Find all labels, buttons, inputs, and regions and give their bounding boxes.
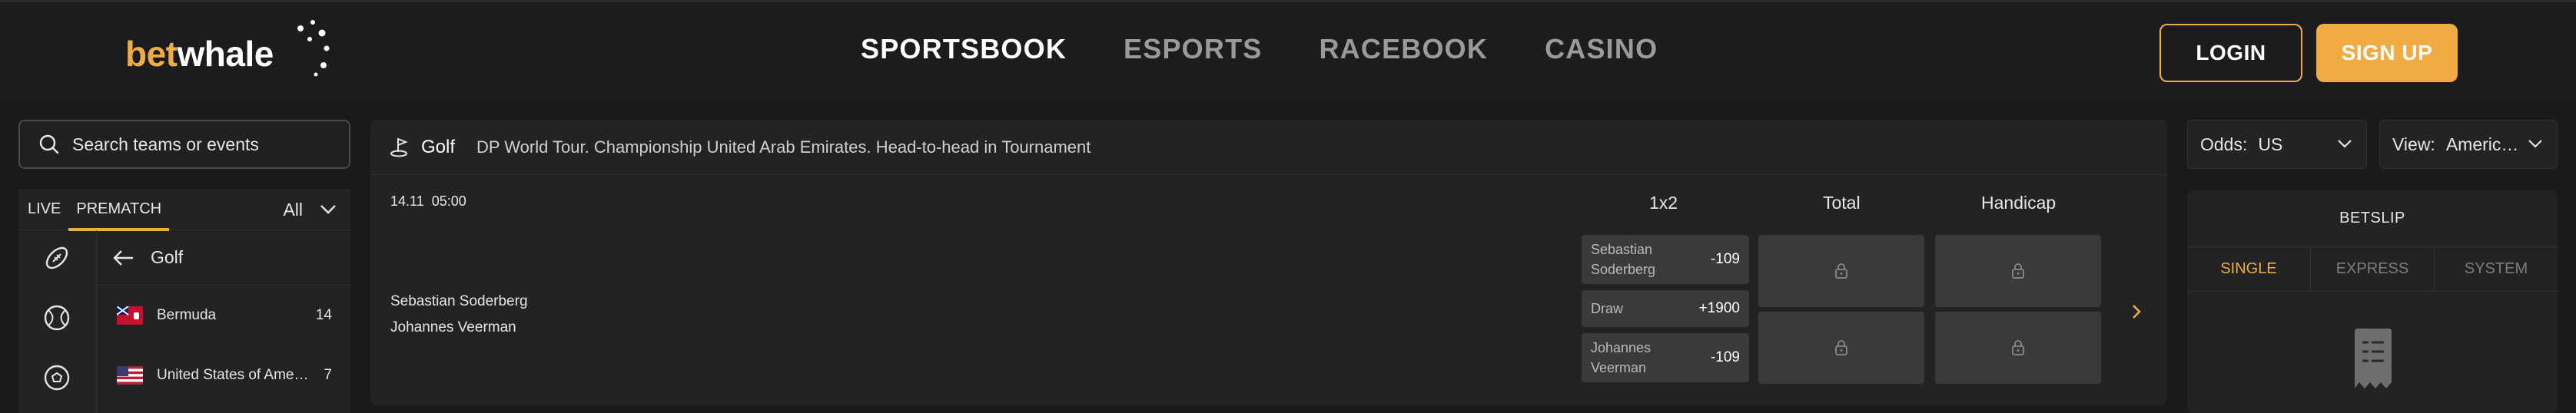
american-football-icon[interactable] xyxy=(41,243,72,273)
bermuda-flag-icon xyxy=(117,306,143,325)
event-time: 05:00 xyxy=(431,193,466,209)
view-value: Americ… xyxy=(2445,134,2519,154)
handicap-home-locked xyxy=(1935,235,2101,307)
odd-name: Sebastian Soderberg xyxy=(1591,242,1656,277)
usa-flag-icon xyxy=(117,366,143,385)
odd-button-home[interactable]: Sebastian Soderberg -109 xyxy=(1582,235,1749,284)
search-icon xyxy=(39,134,59,154)
back-label: Golf xyxy=(151,247,184,267)
search-box[interactable] xyxy=(18,120,350,169)
odd-name: Johannes Veerman xyxy=(1591,340,1651,375)
event-count: 7 xyxy=(324,367,332,383)
nav-racebook[interactable]: RACEBOOK xyxy=(1319,33,1488,65)
list-item-bermuda[interactable]: Bermuda 14 xyxy=(97,286,350,345)
tab-express[interactable]: EXPRESS xyxy=(2311,247,2435,291)
chevron-down-icon xyxy=(2528,140,2542,148)
odds-label: Odds: xyxy=(2200,134,2248,154)
golf-icon xyxy=(390,137,408,157)
sport-icon-column xyxy=(18,230,97,413)
handicap-away-locked xyxy=(1935,312,2101,384)
betslip-panel: BETSLIP SINGLE EXPRESS SYSTEM xyxy=(2187,190,2558,413)
betslip-tabs: SINGLE EXPRESS SYSTEM xyxy=(2187,247,2558,292)
arrow-left-icon xyxy=(113,249,133,266)
region-list: Golf Bermuda 14 United States of America… xyxy=(97,230,350,405)
mode-tabs: LIVE PREMATCH All xyxy=(18,189,350,231)
country-name: United States of America xyxy=(157,367,310,383)
total-over-locked xyxy=(1758,235,1924,307)
time-filter-dropdown[interactable]: All xyxy=(283,189,337,230)
tab-single[interactable]: SINGLE xyxy=(2187,247,2311,291)
lock-icon xyxy=(2012,340,2024,355)
search-input[interactable] xyxy=(72,134,349,155)
sport-name: Golf xyxy=(421,136,456,157)
odd-button-away[interactable]: Johannes Veerman -109 xyxy=(1582,333,1749,382)
tab-system[interactable]: SYSTEM xyxy=(2435,247,2558,291)
signup-button[interactable]: SIGN UP xyxy=(2316,24,2458,82)
sports-navigation: LIVE PREMATCH All Golf Bermuda 14 United… xyxy=(18,189,350,413)
chevron-down-icon xyxy=(2338,140,2352,148)
country-name: Bermuda xyxy=(157,307,217,323)
top-header: betwhale SPORTSBOOK ESPORTS RACEBOOK CAS… xyxy=(0,0,2576,101)
market-header-handicap: Handicap xyxy=(1981,193,2056,213)
tab-live[interactable]: LIVE xyxy=(20,189,68,230)
market-header-1x2: 1x2 xyxy=(1649,193,1678,213)
nav-sportsbook[interactable]: SPORTSBOOK xyxy=(861,33,1067,65)
event-panel: Golf DP World Tour. Championship United … xyxy=(370,120,2167,405)
filter-value: All xyxy=(283,199,303,220)
odd-value: -109 xyxy=(1710,251,1740,267)
main-nav: SPORTSBOOK ESPORTS RACEBOOK CASINO xyxy=(861,33,1715,65)
nav-casino[interactable]: CASINO xyxy=(1545,33,1658,65)
odd-name: Draw xyxy=(1591,301,1624,316)
tournament-name: DP World Tour. Championship United Arab … xyxy=(476,137,1091,157)
nav-esports[interactable]: ESPORTS xyxy=(1124,33,1262,65)
lock-icon xyxy=(1835,263,1847,279)
login-button[interactable]: LOGIN xyxy=(2159,24,2302,82)
tab-prematch[interactable]: PREMATCH xyxy=(68,189,169,231)
event-teams[interactable]: Sebastian Soderberg Johannes Veerman xyxy=(390,289,528,341)
chevron-right-icon[interactable] xyxy=(2130,302,2143,321)
tennis-ball-icon[interactable] xyxy=(41,302,72,333)
logo-text: betwhale xyxy=(125,34,274,74)
event-count: 14 xyxy=(315,307,332,323)
market-header-total: Total xyxy=(1823,193,1861,213)
soccer-ball-icon[interactable] xyxy=(41,362,72,393)
odd-value: +1900 xyxy=(1698,300,1740,316)
lock-icon xyxy=(2012,263,2024,279)
odds-value: US xyxy=(2258,134,2283,154)
back-to-golf-row[interactable]: Golf xyxy=(97,230,350,286)
betwhale-logo[interactable]: betwhale xyxy=(125,19,330,88)
event-datetime: 14.11 05:00 xyxy=(390,193,466,210)
lock-icon xyxy=(1835,340,1847,355)
event-header: Golf DP World Tour. Championship United … xyxy=(370,120,2167,175)
betslip-title: BETSLIP xyxy=(2187,190,2558,247)
total-under-locked xyxy=(1758,312,1924,384)
chevron-down-icon xyxy=(320,205,336,214)
view-label: View: xyxy=(2392,134,2435,154)
odd-button-draw[interactable]: Draw +1900 xyxy=(1582,290,1749,327)
team-1: Sebastian Soderberg xyxy=(390,293,528,309)
team-2: Johannes Veerman xyxy=(390,319,516,335)
odd-value: -109 xyxy=(1710,349,1740,365)
view-select[interactable]: View: Americ… xyxy=(2379,120,2558,169)
logo-spray-icon xyxy=(297,20,330,77)
list-item-usa[interactable]: United States of America 7 xyxy=(97,345,350,405)
receipt-icon xyxy=(2355,329,2392,388)
event-date: 14.11 xyxy=(390,193,424,209)
odds-format-select[interactable]: Odds: US xyxy=(2187,120,2367,169)
